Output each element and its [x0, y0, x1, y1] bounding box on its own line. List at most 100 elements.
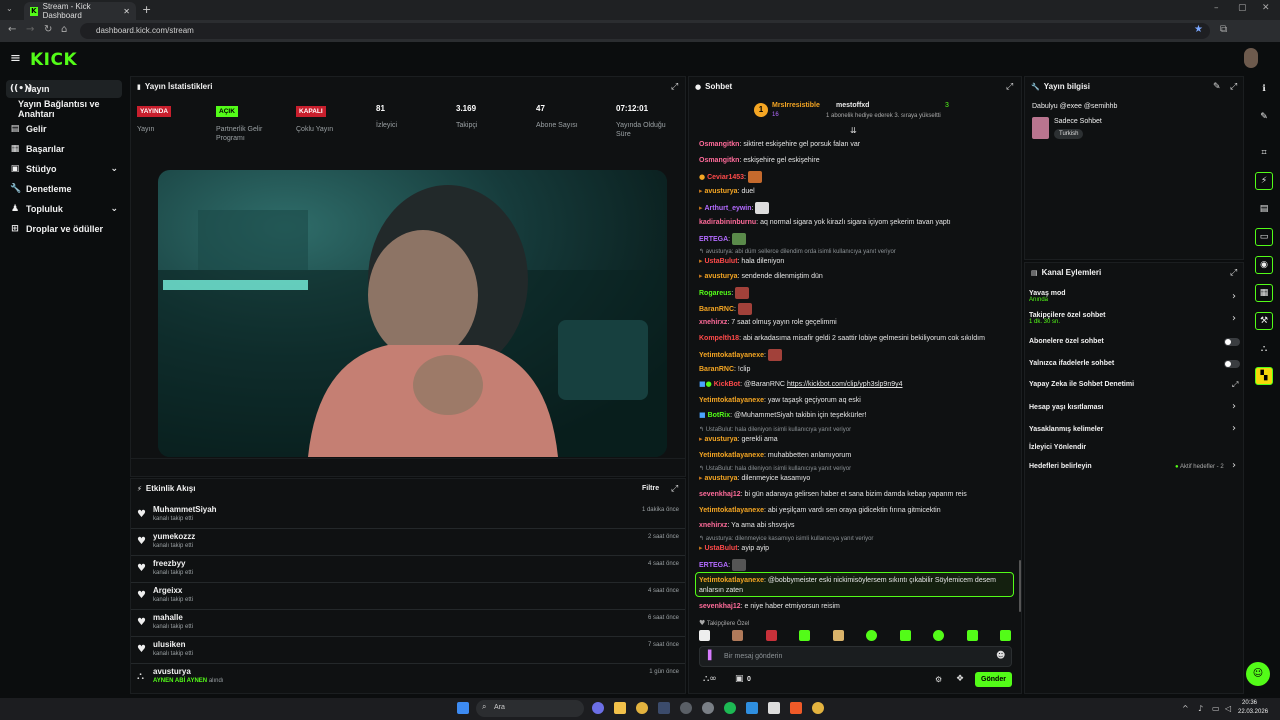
file-explorer-icon[interactable]: [614, 702, 626, 714]
emote-icon[interactable]: [866, 630, 878, 641]
emote-icon[interactable]: [699, 630, 710, 641]
chat-username[interactable]: UstaBulut: [704, 258, 737, 265]
chevron-right-icon[interactable]: ›: [1232, 423, 1236, 434]
app-icon[interactable]: [702, 702, 714, 714]
info-icon[interactable]: ℹ: [1255, 80, 1273, 98]
chat-username[interactable]: Yetimtokatlayanexe: [699, 507, 764, 514]
sidebar-item-basarilar[interactable]: ▦ Başarılar: [6, 140, 122, 158]
setting-ai-moderation[interactable]: Yapay Zeka ile Sohbet Denetimi: [1029, 381, 1134, 388]
broadcast-icon[interactable]: ◉: [1255, 256, 1273, 274]
chat-username[interactable]: Osmangitkn: [699, 141, 739, 148]
app-icon[interactable]: [680, 702, 692, 714]
setting-account-age[interactable]: Hesap yaşı kısıtlaması: [1029, 404, 1103, 411]
edit-pencil-icon[interactable]: ✎: [1213, 82, 1221, 92]
brave-icon[interactable]: [790, 702, 802, 714]
chat-username[interactable]: Yetimtokatlayanexe: [699, 577, 764, 584]
browser-tab[interactable]: K Stream - Kick Dashboard ✕: [24, 2, 136, 20]
activity-user[interactable]: yumekozzz: [153, 532, 195, 541]
sidebar-item-yayin[interactable]: ((•)) Yayın: [6, 80, 122, 98]
tab-list-icon[interactable]: ⌄: [6, 4, 13, 13]
chat-input[interactable]: ▌ Bir mesaj gönderin ☻: [699, 646, 1012, 667]
clock-time[interactable]: 20:36: [1242, 700, 1257, 706]
gift-box-icon[interactable]: ▣: [735, 674, 744, 684]
send-button[interactable]: Gönder: [975, 672, 1012, 687]
new-tab-icon[interactable]: +: [142, 3, 151, 16]
activity-user[interactable]: ulusiken: [153, 640, 185, 649]
windows-start-icon[interactable]: [457, 702, 469, 714]
home-icon[interactable]: ⌂: [61, 24, 67, 35]
sidebar-item-gelir[interactable]: ▤ Gelir: [6, 120, 122, 138]
emote-icon[interactable]: [799, 630, 811, 641]
expand-icon[interactable]: ⤢: [671, 484, 678, 494]
recipient-name[interactable]: mestoffxd: [836, 102, 869, 109]
mic-tray-icon[interactable]: ♪: [1198, 704, 1203, 713]
setting-followers-only[interactable]: Takipçilere özel sohbet 1 dk. 30 sn.: [1029, 312, 1106, 325]
chat-username[interactable]: ERTEGA: [699, 562, 728, 569]
sidebar-item-denetleme[interactable]: 🔧 Denetleme: [6, 180, 122, 198]
steam-icon[interactable]: [658, 702, 670, 714]
emote-icon[interactable]: [765, 630, 777, 641]
collapse-pinned-icon[interactable]: ⇊: [850, 126, 857, 135]
forward-icon[interactable]: →: [26, 24, 34, 35]
chat-username[interactable]: xnehirxz: [699, 319, 727, 326]
tray-chevron-icon[interactable]: ^: [1182, 704, 1189, 713]
chat-link[interactable]: https://kickbot.com/clip/yph3slp9n9y4: [787, 381, 903, 388]
chevron-right-icon[interactable]: ›: [1232, 401, 1236, 412]
extensions-icon[interactable]: ⧉: [1220, 24, 1227, 35]
mic-icon[interactable]: ▌: [708, 651, 715, 661]
chat-username[interactable]: avusturya: [704, 475, 737, 482]
filter-button[interactable]: Filtre: [642, 485, 659, 492]
setting-slow-mode[interactable]: Yavaş mod Anında: [1029, 290, 1066, 303]
maximize-icon[interactable]: ▢: [1238, 3, 1247, 13]
chat-username[interactable]: Rogareus: [699, 290, 731, 297]
setting-raid[interactable]: İzleyici Yönlendir: [1029, 444, 1086, 451]
chat-username[interactable]: avusturya: [704, 188, 737, 195]
activity-user[interactable]: mahalle: [153, 613, 183, 622]
layout-icon[interactable]: ▦: [1255, 284, 1273, 302]
lightning-icon[interactable]: ⚡: [1255, 172, 1273, 190]
chat-username[interactable]: avusturya: [704, 273, 737, 280]
emote-icon[interactable]: [899, 630, 911, 641]
chat-username[interactable]: sevenkhaj12: [699, 491, 741, 498]
edit-icon[interactable]: ✎: [1255, 108, 1273, 126]
chat-username[interactable]: xnehirxz: [699, 522, 727, 529]
subscribers-only-toggle[interactable]: [1224, 338, 1240, 346]
emote-icon[interactable]: [966, 630, 978, 641]
chat-username[interactable]: Kompelth18: [699, 335, 739, 342]
expand-icon[interactable]: ⤢: [1006, 82, 1013, 92]
taskbar-search[interactable]: ⌕ Ara: [476, 700, 584, 717]
activity-user[interactable]: MuhammetSiyah: [153, 505, 217, 514]
clipboard-icon[interactable]: ▤: [1255, 200, 1273, 218]
activity-user[interactable]: freezbyy: [153, 559, 185, 568]
reload-icon[interactable]: ↻: [44, 24, 52, 35]
chevron-right-icon[interactable]: ›: [1232, 460, 1236, 471]
expand-icon[interactable]: ⤢: [1230, 268, 1237, 278]
activity-user[interactable]: avusturya: [153, 667, 191, 676]
gift-icon[interactable]: ❖: [956, 674, 964, 684]
emote-icon[interactable]: [933, 630, 945, 641]
notion-icon[interactable]: [768, 702, 780, 714]
chat-scrollbar[interactable]: [1019, 560, 1021, 612]
close-window-icon[interactable]: ✕: [1262, 3, 1270, 13]
spotify-icon[interactable]: [724, 702, 736, 714]
emoji-icon[interactable]: ☻: [996, 651, 1005, 661]
chat-username[interactable]: kadirabininburnu: [699, 219, 756, 226]
chat-username[interactable]: Ceviar1453: [707, 174, 744, 181]
bookmark-star-icon[interactable]: ★: [1194, 24, 1203, 35]
chat-username[interactable]: avusturya: [704, 436, 737, 443]
minimize-icon[interactable]: –: [1214, 3, 1219, 13]
emote-icon[interactable]: [999, 630, 1011, 641]
menu-icon[interactable]: ≡: [10, 51, 21, 66]
clapper-icon[interactable]: ▚: [1255, 367, 1273, 385]
chat-username[interactable]: sevenkhaj12: [699, 603, 741, 610]
sidebar-item-stream-key[interactable]: Yayın Bağlantısı ve Anahtarı: [6, 99, 128, 119]
clock-date[interactable]: 22.03.2026: [1238, 709, 1268, 715]
wrench-icon[interactable]: ⚒: [1255, 312, 1273, 330]
vscode-icon[interactable]: [746, 702, 758, 714]
chat-username[interactable]: BotRix: [708, 412, 731, 419]
network-icon[interactable]: ▭: [1212, 704, 1220, 713]
chat-username[interactable]: BaranRNC: [699, 306, 734, 313]
chat-settings-icon[interactable]: ⚙: [935, 675, 942, 684]
chevron-right-icon[interactable]: ›: [1232, 313, 1236, 324]
emote-icon[interactable]: [832, 630, 844, 641]
